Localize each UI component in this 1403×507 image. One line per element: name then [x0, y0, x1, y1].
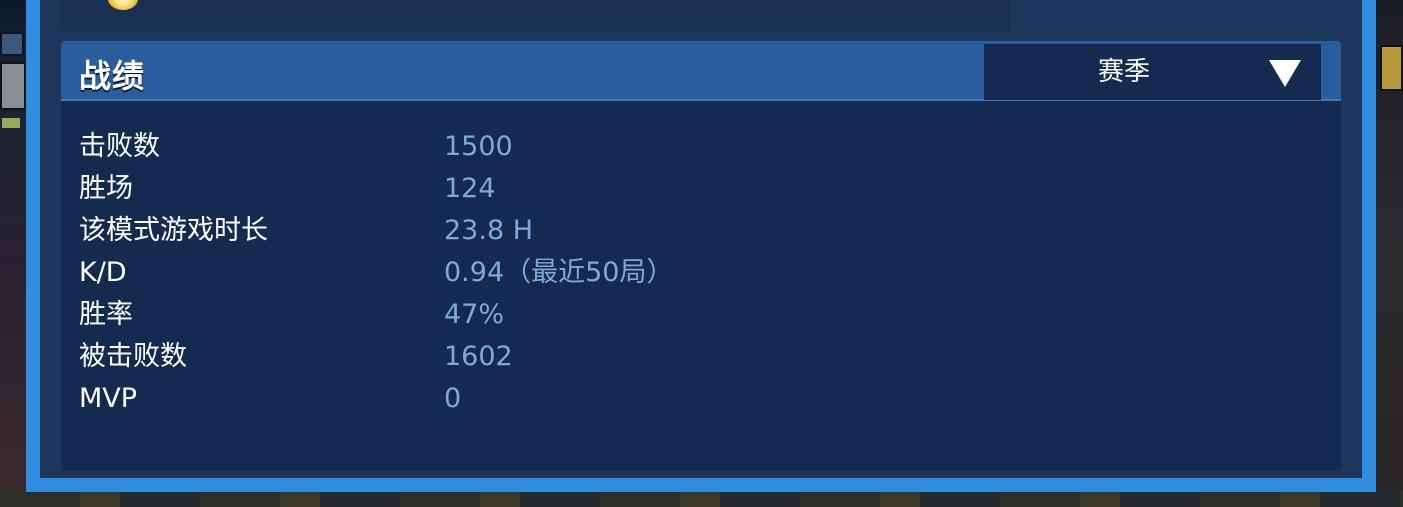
stat-value: 124	[444, 173, 496, 204]
background-block	[0, 32, 24, 56]
background-scene-bottom	[0, 490, 1403, 507]
stat-label: 该模式游戏时长	[79, 215, 268, 246]
stat-row-deaths: 被击败数 1602	[79, 337, 1319, 377]
stat-row-kd: K/D 0.94（最近50局）	[79, 253, 1319, 293]
stat-value: 0.94（最近50局）	[444, 257, 674, 288]
stat-value: 1602	[444, 341, 513, 372]
stats-panel: 战绩 赛季 击败数 1500 胜场 124 该模式游戏时长 23.8 H K/D…	[61, 41, 1341, 471]
background-block	[2, 118, 20, 128]
stat-label: 胜场	[79, 173, 133, 204]
background-block	[0, 62, 26, 110]
stat-value: 47%	[444, 299, 505, 330]
season-dropdown[interactable]: 赛季	[984, 44, 1321, 100]
stat-row-wins: 胜场 124	[79, 169, 1319, 209]
background-block	[1380, 45, 1403, 91]
stat-value: 1500	[444, 131, 513, 162]
triangle-down-icon[interactable]	[1268, 58, 1302, 88]
stat-label: MVP	[79, 383, 138, 414]
season-dropdown-label: 赛季	[1097, 57, 1150, 87]
previous-section-panel	[60, 0, 1010, 31]
stat-row-mvp: MVP 0	[79, 379, 1319, 419]
previous-section-side-panel	[1024, 0, 1338, 38]
stats-title: 战绩	[79, 57, 146, 95]
stat-label: 胜率	[79, 299, 133, 330]
stat-label: 被击败数	[79, 341, 187, 372]
stat-label: 击败数	[79, 131, 160, 162]
background-scene-right	[1376, 0, 1403, 507]
background-scene-left	[0, 0, 26, 507]
stat-value: 23.8 H	[444, 215, 534, 246]
stat-row-winrate: 胜率 47%	[79, 295, 1319, 335]
stats-header: 战绩 赛季	[61, 41, 1341, 101]
stat-label: K/D	[79, 257, 127, 288]
stat-row-kills: 击败数 1500	[79, 127, 1319, 167]
stat-value: 0	[444, 383, 462, 414]
stat-row-playtime: 该模式游戏时长 23.8 H	[79, 211, 1319, 251]
